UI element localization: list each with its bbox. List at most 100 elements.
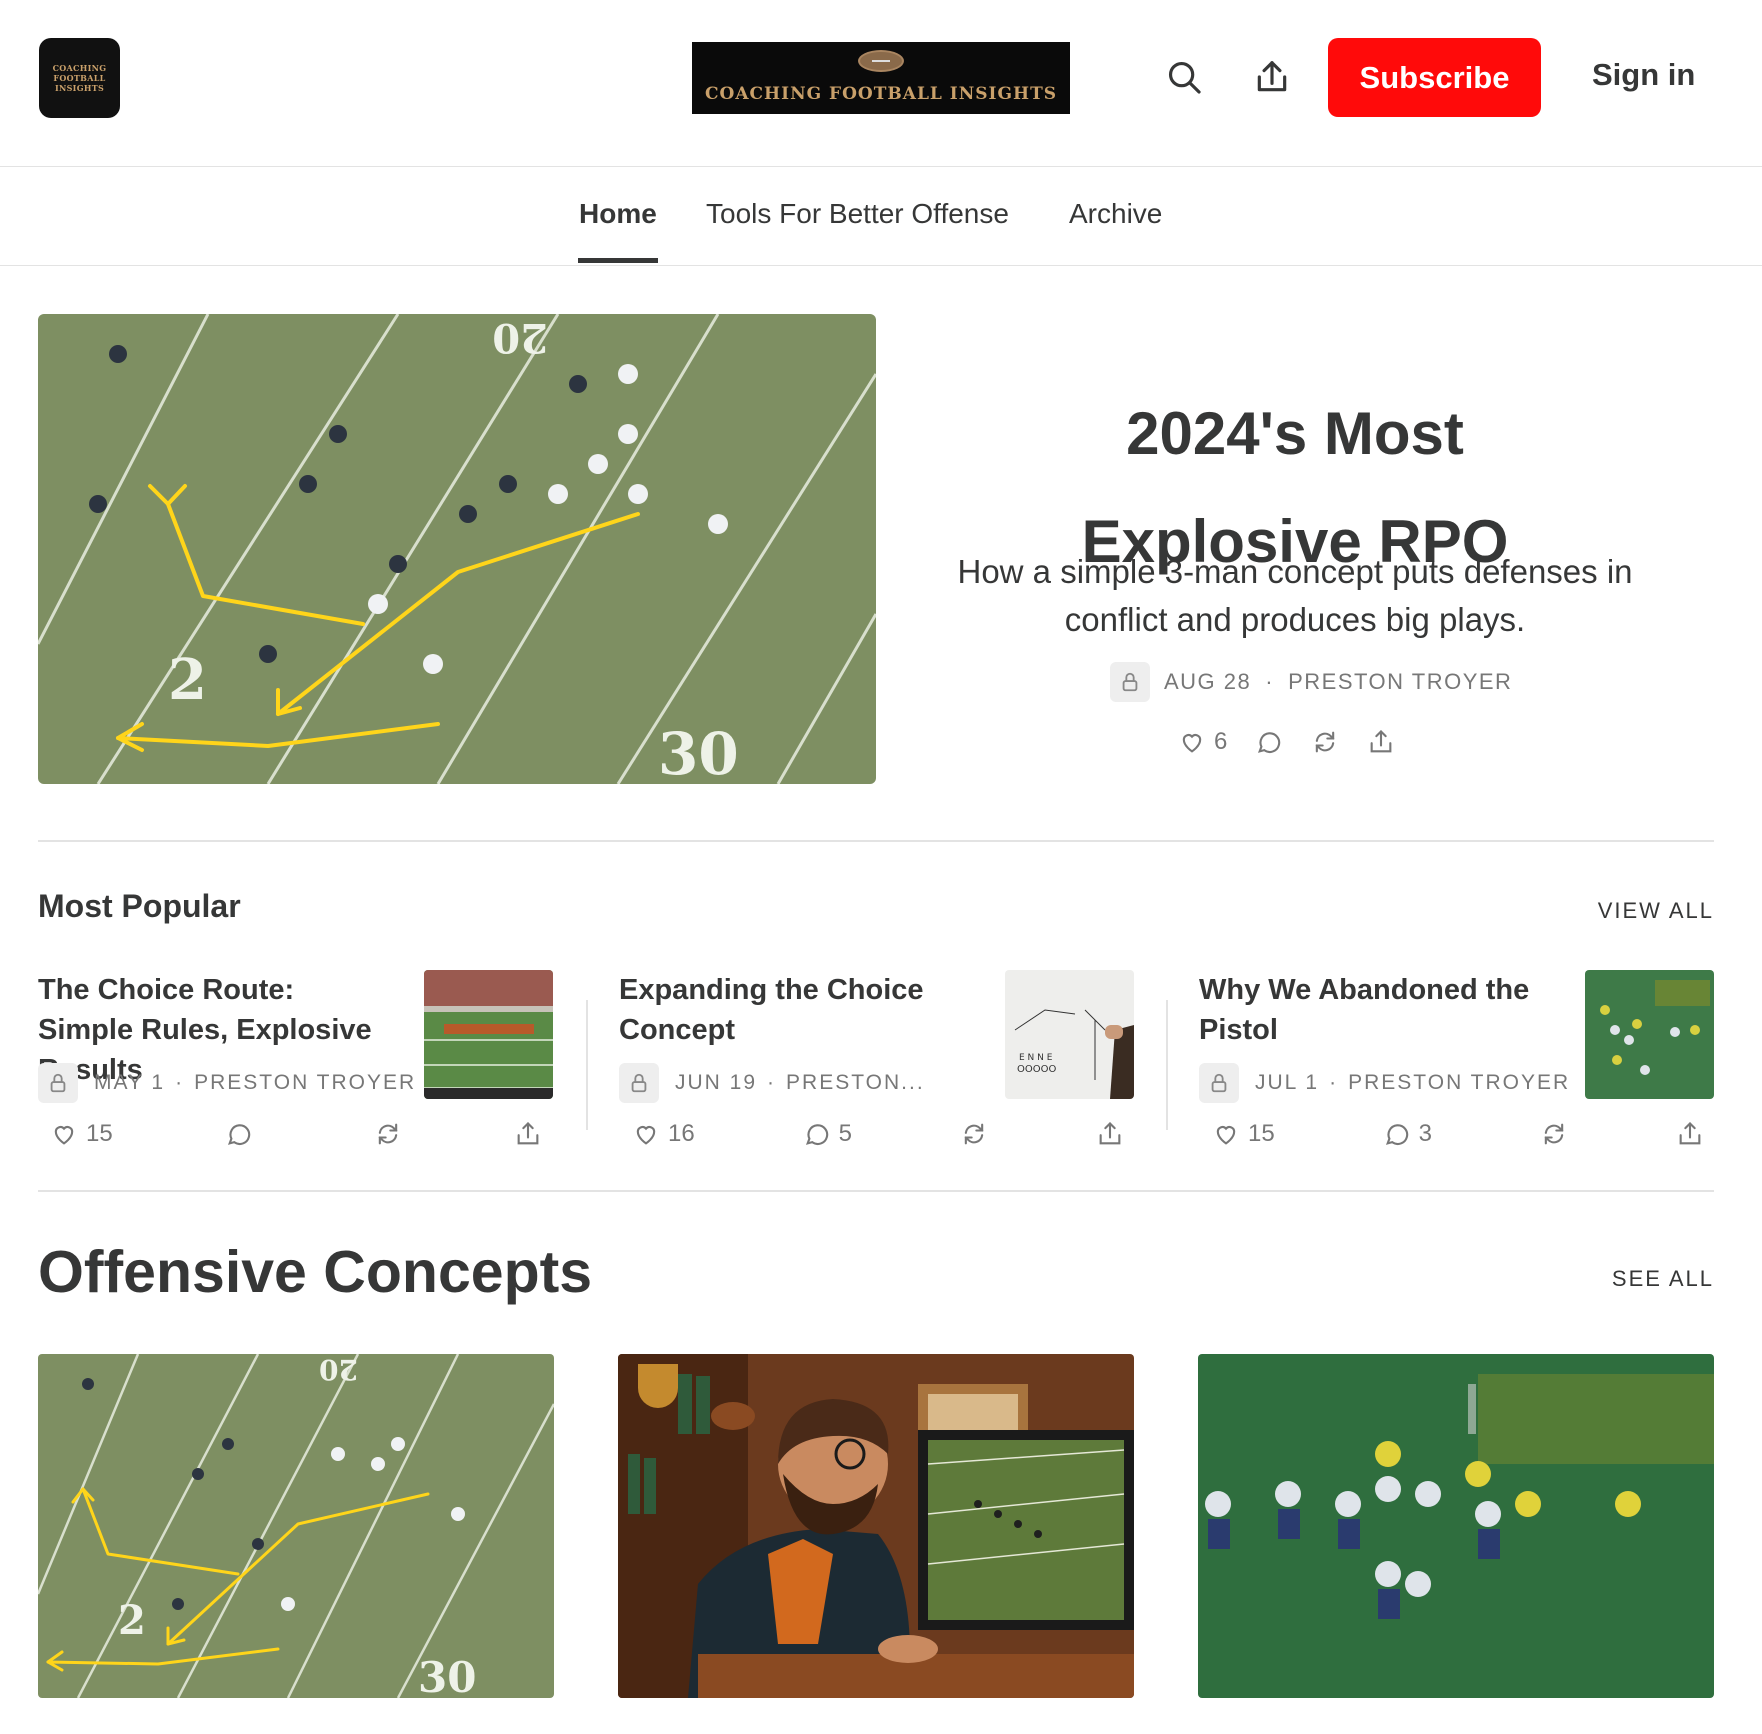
popular-post-thumbnail[interactable] [424,970,553,1099]
comment-button[interactable] [1255,728,1283,756]
like-count: 6 [1214,728,1228,755]
popular-post-thumbnail[interactable] [1585,970,1714,1099]
restack-icon [1316,731,1335,753]
popular-post-date: JUL 1 [1255,1071,1320,1094]
popular-post-actions: 16 5 [632,1120,1124,1148]
popular-post-author[interactable]: PRESTON TROYER [194,1071,416,1095]
lock-icon [631,1073,647,1093]
popular-post-actions: 15 3 [1212,1120,1704,1148]
like-button[interactable]: 16 [632,1120,695,1148]
popular-post-title[interactable]: Expanding the Choice Concept [619,970,969,1050]
hero-post-actions: 6 [1178,728,1395,756]
restack-icon [964,1123,984,1145]
svg-text:30: 30 [658,720,739,784]
comment-button[interactable]: 3 [1383,1120,1432,1148]
paywall-lock [38,1063,78,1103]
paywall-lock [1199,1063,1239,1103]
card-separator [1166,1000,1168,1130]
tab-tools-for-better-offense[interactable]: Tools For Better Offense [706,198,1009,230]
comment-button[interactable] [225,1120,261,1148]
svg-text:OOOOO: OOOOO [1017,1064,1056,1075]
hero-post-author[interactable]: PRESTON TROYER [1288,669,1512,695]
hero-post-image[interactable]: 20 2 30 [38,314,876,784]
restack-button[interactable] [960,1120,988,1148]
popular-post-actions: 15 [50,1120,542,1148]
share-icon [1679,1122,1701,1145]
concept-post-image[interactable] [1198,1354,1714,1698]
publication-logo[interactable]: COACHING FOOTBALL INSIGHTS [39,38,120,118]
popular-post-thumbnail[interactable]: E N N E OOOOO [1005,970,1134,1099]
popular-post-meta: JUL 1 · PRESTON TROYER [1199,1063,1570,1103]
restack-icon [378,1123,397,1145]
view-all-link[interactable]: VIEW ALL [1598,898,1714,924]
popular-post-author[interactable]: PRESTON TROYER [1348,1071,1570,1095]
svg-text:2: 2 [168,647,207,713]
share-button[interactable] [1250,55,1294,99]
like-button[interactable]: 6 [1178,728,1227,756]
meta-separator: · [175,1071,185,1094]
comment-icon [805,1124,828,1145]
restack-button[interactable] [1311,728,1339,756]
hero-post-date: AUG 28 [1164,669,1252,694]
heart-icon [636,1126,656,1145]
paywall-lock [1110,662,1150,702]
comment-icon [228,1124,251,1145]
brand-wordmark[interactable]: COACHING FOOTBALL INSIGHTS [692,42,1070,114]
heart-icon [54,1126,74,1145]
hero-title-line-1: 2024's Most [1126,400,1464,467]
comment-count: 3 [1418,1120,1433,1147]
subscribe-button[interactable]: Subscribe [1328,38,1541,117]
card-separator [586,1000,588,1130]
comment-count: 5 [838,1120,853,1147]
search-button[interactable] [1162,55,1206,99]
popular-post-title[interactable]: Why We Abandoned the Pistol [1199,970,1549,1050]
popular-post-author[interactable]: PRESTON... [786,1071,925,1095]
most-popular-heading: Most Popular [38,888,241,924]
popular-post-date: JUN 19 [675,1071,758,1094]
brand-wordmark-text: COACHING FOOTBALL INSIGHTS [705,84,1057,104]
section-divider [38,840,1714,842]
paywall-lock [619,1063,659,1103]
comment-button[interactable]: 5 [803,1120,852,1148]
site-header: COACHING FOOTBALL INSIGHTS COACHING FOOT… [0,0,1762,167]
popular-post-meta: MAY 1 · PRESTON TROYER [38,1063,416,1103]
meta-separator: · [767,1071,777,1094]
meta-separator: · [1265,669,1275,694]
coach-film-study-illustration [618,1354,1134,1698]
concept-post-image[interactable]: 20 2 30 [38,1354,554,1698]
like-count: 16 [668,1120,695,1147]
football-icon [858,50,904,72]
svg-text:30: 30 [418,1653,476,1698]
hero-post-meta: AUG 28 · PRESTON TROYER [1110,662,1512,702]
lock-icon [1122,672,1138,692]
svg-text:20: 20 [492,314,548,361]
section-nav: Home Tools For Better Offense Archive [0,168,1762,266]
lock-icon [1211,1073,1227,1093]
game-action-image [1198,1354,1714,1698]
tab-home[interactable]: Home [579,198,657,230]
heart-icon [1216,1126,1236,1145]
active-tab-indicator [578,258,658,263]
restack-button[interactable] [1540,1120,1568,1148]
publication-logo-text: COACHING FOOTBALL INSIGHTS [52,63,107,93]
hero-post-subtitle: How a simple 3-man concept puts defenses… [900,548,1690,644]
share-post-button[interactable] [514,1120,542,1148]
restack-button[interactable] [374,1120,402,1148]
sign-in-link[interactable]: Sign in [1592,57,1695,93]
share-post-button[interactable] [1096,1120,1124,1148]
share-icon [517,1122,539,1145]
restack-icon [1544,1123,1564,1145]
football-field-play-diagram: 20 2 30 [38,1354,554,1698]
see-all-link[interactable]: SEE ALL [1612,1266,1714,1292]
like-button[interactable]: 15 [1212,1120,1275,1148]
svg-text:20: 20 [319,1354,358,1386]
share-post-button[interactable] [1676,1120,1704,1148]
like-button[interactable]: 15 [50,1120,113,1148]
svg-text:E N N E: E N N E [1019,1053,1053,1063]
share-post-button[interactable] [1367,728,1395,756]
tab-archive[interactable]: Archive [1069,198,1162,230]
game-action-image [1585,970,1714,1099]
football-field-play-diagram: 20 2 30 [38,314,876,784]
popular-post-date: MAY 1 [94,1071,166,1094]
concept-post-image[interactable] [618,1354,1134,1698]
